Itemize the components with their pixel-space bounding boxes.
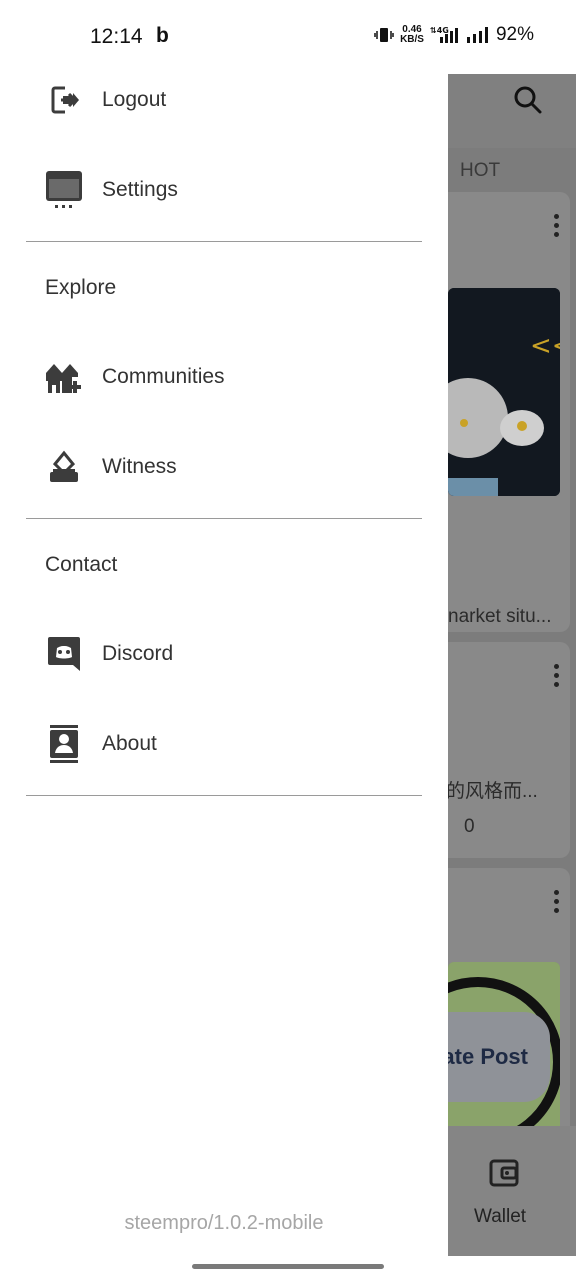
menu-item-label: Discord <box>102 642 174 665</box>
post-vote-count: 0 <box>464 816 475 837</box>
status-bar: 12:14 b 0.46 KB/S ⇅4G 92% <box>0 0 576 74</box>
post-thumbnail[interactable]: << <box>448 288 560 496</box>
post-title[interactable]: 的风格而... <box>448 776 538 803</box>
svg-text:⇅4G: ⇅4G <box>430 26 449 35</box>
more-options-icon[interactable] <box>554 664 560 691</box>
menu-item-label: Settings <box>102 178 178 201</box>
menu-item-label: Logout <box>102 88 167 111</box>
status-time: 12:14 <box>90 25 143 48</box>
nav-wallet-label[interactable]: Wallet <box>474 1206 526 1228</box>
logout-icon <box>44 80 84 120</box>
battery-level: 92% <box>495 24 534 45</box>
menu-item-label: About <box>102 732 157 755</box>
post-image: << <box>448 288 560 496</box>
post-title[interactable]: narket situ... <box>448 606 552 628</box>
menu-item-discord[interactable]: Discord <box>0 619 448 689</box>
status-icons: 0.46 KB/S ⇅4G 92% <box>374 24 534 46</box>
communities-icon <box>44 357 84 397</box>
create-post-button[interactable]: ate Post <box>448 1012 550 1102</box>
settings-icon <box>44 170 84 210</box>
signal-icon <box>466 27 488 43</box>
vibrate-icon <box>374 28 394 42</box>
menu-item-settings[interactable]: Settings <box>0 155 448 225</box>
menu-item-label: Witness <box>102 455 177 478</box>
app-version: steempro/1.0.2-mobile <box>124 1212 324 1234</box>
menu-item-witness[interactable]: Witness <box>0 432 448 502</box>
bottom-nav: Wallet <box>448 1126 576 1256</box>
section-title-contact: Contact <box>45 553 118 576</box>
more-options-icon[interactable] <box>554 890 560 917</box>
divider <box>26 795 422 796</box>
navigation-drawer: Logout Settings Explore Communities Witn… <box>0 56 448 1256</box>
menu-item-label: Communities <box>102 365 225 388</box>
post-card[interactable]: 的风格而... 0 <box>448 642 570 858</box>
background-feed[interactable]: HOT << narket situ... 0 的风格而... 0 <box>448 56 576 1256</box>
about-icon <box>44 724 84 764</box>
cellular-4g-icon: ⇅4G <box>430 26 458 43</box>
divider <box>26 518 422 519</box>
more-options-icon[interactable] <box>554 214 560 241</box>
wallet-icon[interactable] <box>488 1156 520 1188</box>
search-icon[interactable] <box>512 84 544 116</box>
menu-item-about[interactable]: About <box>0 709 448 779</box>
tab-hot[interactable]: HOT <box>460 160 500 182</box>
menu-item-logout[interactable]: Logout <box>0 65 448 135</box>
menu-item-communities[interactable]: Communities <box>0 342 448 412</box>
witness-icon <box>44 447 84 487</box>
svg-text:<<: << <box>530 331 560 361</box>
divider <box>26 241 422 242</box>
home-indicator[interactable] <box>192 1264 384 1269</box>
post-card[interactable]: << narket situ... 0 <box>448 192 570 665</box>
net-speed: 0.46 KB/S <box>400 24 424 45</box>
bing-app-icon: b <box>156 24 169 47</box>
discord-icon <box>44 634 84 674</box>
section-title-explore: Explore <box>45 276 117 299</box>
